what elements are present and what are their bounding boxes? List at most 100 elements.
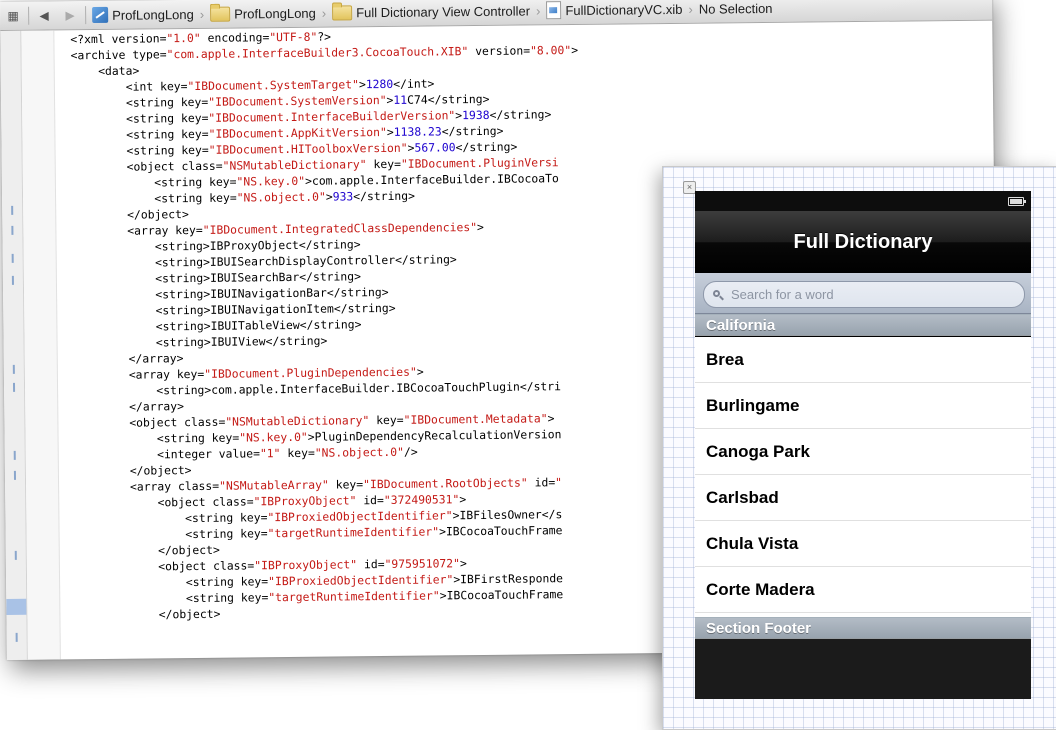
breadcrumb-selection[interactable]: No Selection — [695, 0, 777, 16]
line-number-gutter[interactable] — [21, 30, 61, 660]
code-text: </object> — [76, 606, 221, 623]
breadcrumb-file[interactable]: FullDictionaryVC.xib — [542, 0, 686, 20]
breadcrumb-group[interactable]: ProfLongLong — [206, 5, 320, 22]
code-text: <string key= — [75, 510, 268, 527]
code-text: >com.apple.InterfaceBuilder.IBCocoaTo — [304, 171, 559, 188]
code-text: > — [459, 492, 467, 507]
nav-title: Full Dictionary — [793, 230, 933, 253]
code-text: <?xml version= — [70, 31, 167, 47]
code-text: key= — [369, 412, 404, 428]
code-text: </array> — [73, 351, 184, 367]
code-text: > — [459, 556, 467, 571]
table-row[interactable]: Chula Vista — [695, 521, 1031, 567]
code-text: > — [571, 42, 579, 58]
table-row[interactable]: Canoga Park — [695, 429, 1031, 475]
code-string: "IBDocument.AppKitVersion" — [208, 124, 387, 141]
breadcrumb-project[interactable]: ProfLongLong — [88, 6, 198, 24]
code-text: <string>IBUISearchDisplayController</str… — [72, 252, 457, 271]
change-marker — [15, 632, 18, 642]
code-string: "targetRuntimeIdentifier" — [267, 524, 440, 541]
table-view[interactable]: Brea Burlingame Canoga Park Carlsbad Chu… — [695, 337, 1031, 617]
code-text: id= — [356, 493, 384, 508]
related-items-icon[interactable]: ▦ — [0, 2, 26, 30]
code-text: <int key= — [70, 79, 188, 95]
code-string: "IBDocument.PluginVersi — [400, 155, 559, 171]
change-marker — [11, 275, 14, 285]
code-text: <object class= — [74, 414, 226, 431]
table-row[interactable]: Carlsbad — [695, 475, 1031, 521]
code-text: >IBCocoaTouchFrame — [439, 587, 564, 603]
code-text: </string> — [455, 139, 518, 155]
code-text: </array> — [74, 399, 185, 415]
code-string: "NS.key.0" — [236, 173, 306, 189]
code-text: <integer value= — [74, 446, 260, 463]
folder-icon — [210, 6, 231, 22]
code-text: </int> — [393, 76, 435, 91]
table-row[interactable]: Corte Madera — [695, 567, 1031, 613]
code-text: <string key= — [71, 190, 237, 207]
jump-bar-divider — [85, 6, 87, 25]
iphone-view[interactable]: Full Dictionary California Brea Burlinga… — [695, 191, 1031, 699]
code-string: "NS.object.0" — [314, 444, 405, 460]
change-marker — [13, 450, 16, 460]
code-text: C74</string> — [407, 91, 490, 107]
battery-icon — [1008, 197, 1026, 206]
change-marker — [13, 470, 17, 480]
code-text: <string key= — [74, 430, 240, 447]
back-arrow-icon[interactable]: ◀ — [31, 1, 57, 29]
code-text: <data> — [70, 63, 140, 79]
code-text: key= — [366, 156, 401, 172]
code-string: "targetRuntimeIdentifier" — [268, 588, 440, 605]
code-text: >IBCocoaTouchFrame — [438, 523, 563, 539]
code-string: "1.0" — [166, 30, 201, 46]
code-text: <object class= — [71, 158, 223, 175]
table-row[interactable]: Brea — [695, 337, 1031, 383]
change-marker — [11, 205, 14, 215]
project-icon — [92, 6, 109, 24]
section-footer: Section Footer — [695, 617, 1031, 639]
search-field[interactable] — [703, 281, 1025, 308]
forward-arrow-icon[interactable]: ▶ — [57, 1, 83, 29]
code-text: <array class= — [75, 478, 220, 495]
code-text: </object> — [75, 542, 220, 559]
breadcrumb-label: FullDictionaryVC.xib — [565, 1, 683, 18]
view-background — [695, 639, 1031, 699]
code-text: <string key= — [70, 94, 209, 111]
code-string: "975951072" — [384, 556, 461, 572]
search-icon — [713, 289, 723, 300]
table-row[interactable]: Burlingame — [695, 383, 1031, 429]
code-text: > — [476, 219, 484, 235]
code-text: <array key= — [72, 222, 203, 239]
code-text: <array key= — [73, 366, 205, 383]
code-string: "IBProxiedObjectIdentifier" — [268, 572, 454, 589]
search-bar — [695, 273, 1031, 314]
code-string: "IBDocument.IntegratedClassDependencies" — [202, 220, 478, 237]
breadcrumb-group[interactable]: Full Dictionary View Controller — [328, 3, 534, 21]
change-marker — [14, 550, 17, 560]
code-string: "com.apple.InterfaceBuilder3.CocoaTouch.… — [166, 44, 469, 62]
change-marker — [11, 253, 14, 263]
code-text: <string key= — [71, 142, 209, 159]
code-text: </object> — [72, 207, 189, 223]
search-input[interactable] — [729, 286, 1013, 303]
code-string: "1" — [259, 446, 281, 461]
code-text: >IBFilesOwner</s — [452, 507, 563, 523]
code-string: "NS.object.0" — [236, 189, 326, 205]
code-text: > — [547, 411, 555, 426]
code-number: 11 — [393, 92, 408, 107]
code-string: "IBDocument.HIToolboxVersion" — [208, 140, 408, 157]
code-text: key= — [328, 477, 364, 492]
code-number: 1138.23 — [393, 124, 442, 139]
change-marker — [12, 382, 16, 392]
navigation-bar: Full Dictionary — [695, 211, 1031, 273]
chevron-right-icon: › — [535, 2, 541, 18]
code-text: <string key= — [75, 526, 268, 543]
xml-source-code[interactable]: <?xml version="1.0" encoding="UTF-8"?> <a… — [70, 26, 584, 623]
code-text: >IBFirstResponde — [453, 571, 564, 587]
status-bar — [695, 191, 1031, 211]
code-text: </string> — [489, 107, 552, 122]
code-string: "IBDocument.PluginDependencies" — [204, 364, 417, 381]
code-text: <string key= — [76, 574, 269, 591]
code-text: ?> — [317, 29, 332, 44]
code-text: id= — [527, 475, 556, 490]
